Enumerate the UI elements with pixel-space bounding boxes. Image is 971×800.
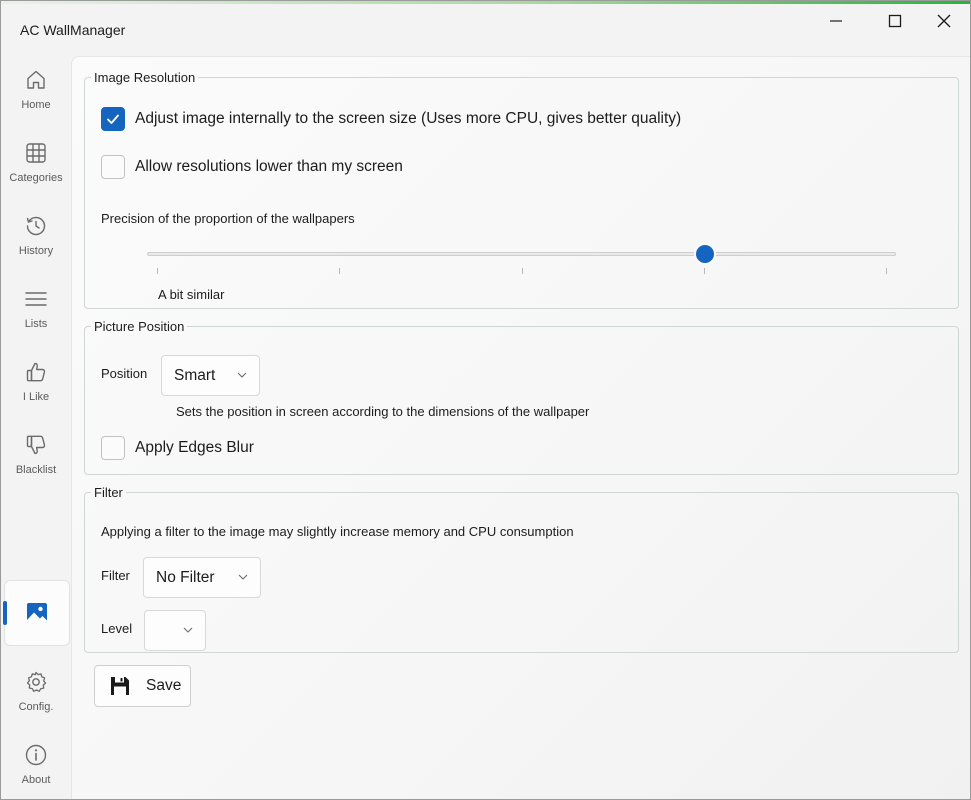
gear-icon bbox=[26, 671, 47, 692]
picture-position-group: Picture Position Position Smart Sets the… bbox=[84, 319, 959, 475]
sidebar-item-label: Home bbox=[21, 99, 51, 111]
sidebar-item-label: Config. bbox=[18, 701, 54, 713]
adjust-image-label: Adjust image internally to the screen si… bbox=[135, 110, 682, 127]
sidebar-item-label: History bbox=[18, 245, 54, 257]
close-button[interactable] bbox=[920, 4, 968, 38]
filter-label: Filter bbox=[101, 568, 130, 583]
sidebar-item-i-like[interactable]: I Like bbox=[1, 350, 71, 416]
allow-lower-resolution-checkbox[interactable] bbox=[101, 155, 125, 179]
filter-group: Filter Applying a filter to the image ma… bbox=[84, 485, 959, 653]
position-dropdown[interactable]: Smart bbox=[161, 355, 260, 396]
filter-dropdown-value: No Filter bbox=[156, 568, 215, 586]
settings-panel: Image Resolution Adjust image internally… bbox=[71, 56, 970, 799]
checkmark-icon bbox=[107, 114, 119, 124]
allow-lower-resolution-option[interactable]: Allow resolutions lower than my screen bbox=[101, 155, 403, 179]
app-title: AC WallManager bbox=[20, 22, 126, 38]
precision-slider[interactable] bbox=[147, 245, 896, 263]
filter-legend: Filter bbox=[94, 485, 123, 500]
level-label: Level bbox=[101, 621, 133, 636]
sidebar-item-label: About bbox=[21, 774, 51, 786]
adjust-image-checkbox[interactable] bbox=[101, 107, 125, 131]
sidebar-item-label: Categories bbox=[9, 172, 63, 184]
save-button-label: Save bbox=[146, 677, 182, 694]
thumbs-down-icon bbox=[26, 435, 46, 455]
home-icon bbox=[27, 70, 45, 89]
chevron-down-icon bbox=[183, 627, 193, 633]
minimize-button[interactable] bbox=[812, 4, 860, 38]
sidebar-item-config[interactable]: Config. bbox=[1, 660, 71, 726]
sidebar-item-history[interactable]: History bbox=[1, 204, 71, 270]
list-icon bbox=[25, 292, 47, 306]
level-dropdown[interactable] bbox=[144, 610, 206, 651]
sidebar-item-home[interactable]: Home bbox=[1, 58, 71, 124]
active-indicator bbox=[3, 601, 7, 625]
image-resolution-legend: Image Resolution bbox=[94, 70, 196, 85]
picture-position-legend: Picture Position bbox=[94, 319, 185, 334]
maximize-button[interactable] bbox=[871, 4, 919, 38]
save-button[interactable]: Save bbox=[94, 665, 191, 707]
allow-lower-resolution-label: Allow resolutions lower than my screen bbox=[135, 158, 403, 175]
adjust-image-option[interactable]: Adjust image internally to the screen si… bbox=[101, 107, 681, 131]
sidebar-item-categories[interactable]: Categories bbox=[1, 131, 71, 197]
sidebar-item-blacklist[interactable]: Blacklist bbox=[1, 423, 71, 489]
position-label: Position bbox=[101, 366, 148, 381]
sidebar-item-label: Lists bbox=[24, 318, 48, 330]
app-window: AC WallManager Home Categories History L… bbox=[0, 0, 971, 800]
filter-description: Applying a filter to the image may sligh… bbox=[101, 524, 574, 539]
sidebar-item-label: I Like bbox=[22, 391, 50, 403]
minimize-icon bbox=[830, 20, 842, 22]
filter-dropdown[interactable]: No Filter bbox=[143, 557, 261, 598]
chevron-down-icon bbox=[237, 372, 247, 378]
thumbs-up-icon bbox=[26, 362, 46, 382]
slider-tick bbox=[703, 268, 705, 274]
slider-tick bbox=[339, 268, 341, 274]
close-icon bbox=[937, 14, 951, 28]
image-resolution-group: Image Resolution Adjust image internally… bbox=[84, 70, 959, 309]
slider-tick bbox=[886, 268, 887, 274]
maximize-icon bbox=[888, 14, 902, 28]
edges-blur-option[interactable]: Apply Edges Blur bbox=[101, 436, 254, 460]
precision-label: Precision of the proportion of the wallp… bbox=[101, 211, 355, 226]
slider-tick bbox=[521, 268, 523, 274]
grid-icon bbox=[26, 143, 46, 163]
sidebar-item-wallpaper-settings[interactable] bbox=[3, 580, 70, 646]
slider-tick bbox=[157, 268, 158, 274]
sidebar: Home Categories History Lists I Like Bla… bbox=[1, 56, 71, 799]
edges-blur-label: Apply Edges Blur bbox=[135, 439, 254, 456]
sidebar-item-lists[interactable]: Lists bbox=[1, 277, 71, 343]
slider-value-label: A bit similar bbox=[158, 287, 225, 302]
image-icon bbox=[27, 603, 47, 623]
slider-thumb[interactable] bbox=[695, 245, 714, 263]
position-dropdown-value: Smart bbox=[174, 366, 216, 384]
sidebar-item-label: Blacklist bbox=[15, 464, 57, 476]
title-bar[interactable]: AC WallManager bbox=[1, 4, 970, 56]
history-icon bbox=[26, 216, 46, 236]
save-icon bbox=[111, 677, 129, 695]
info-icon bbox=[25, 744, 47, 766]
position-description: Sets the position in screen according to… bbox=[176, 404, 590, 419]
chevron-down-icon bbox=[238, 574, 248, 580]
sidebar-item-about[interactable]: About bbox=[1, 733, 71, 799]
edges-blur-checkbox[interactable] bbox=[101, 436, 125, 460]
